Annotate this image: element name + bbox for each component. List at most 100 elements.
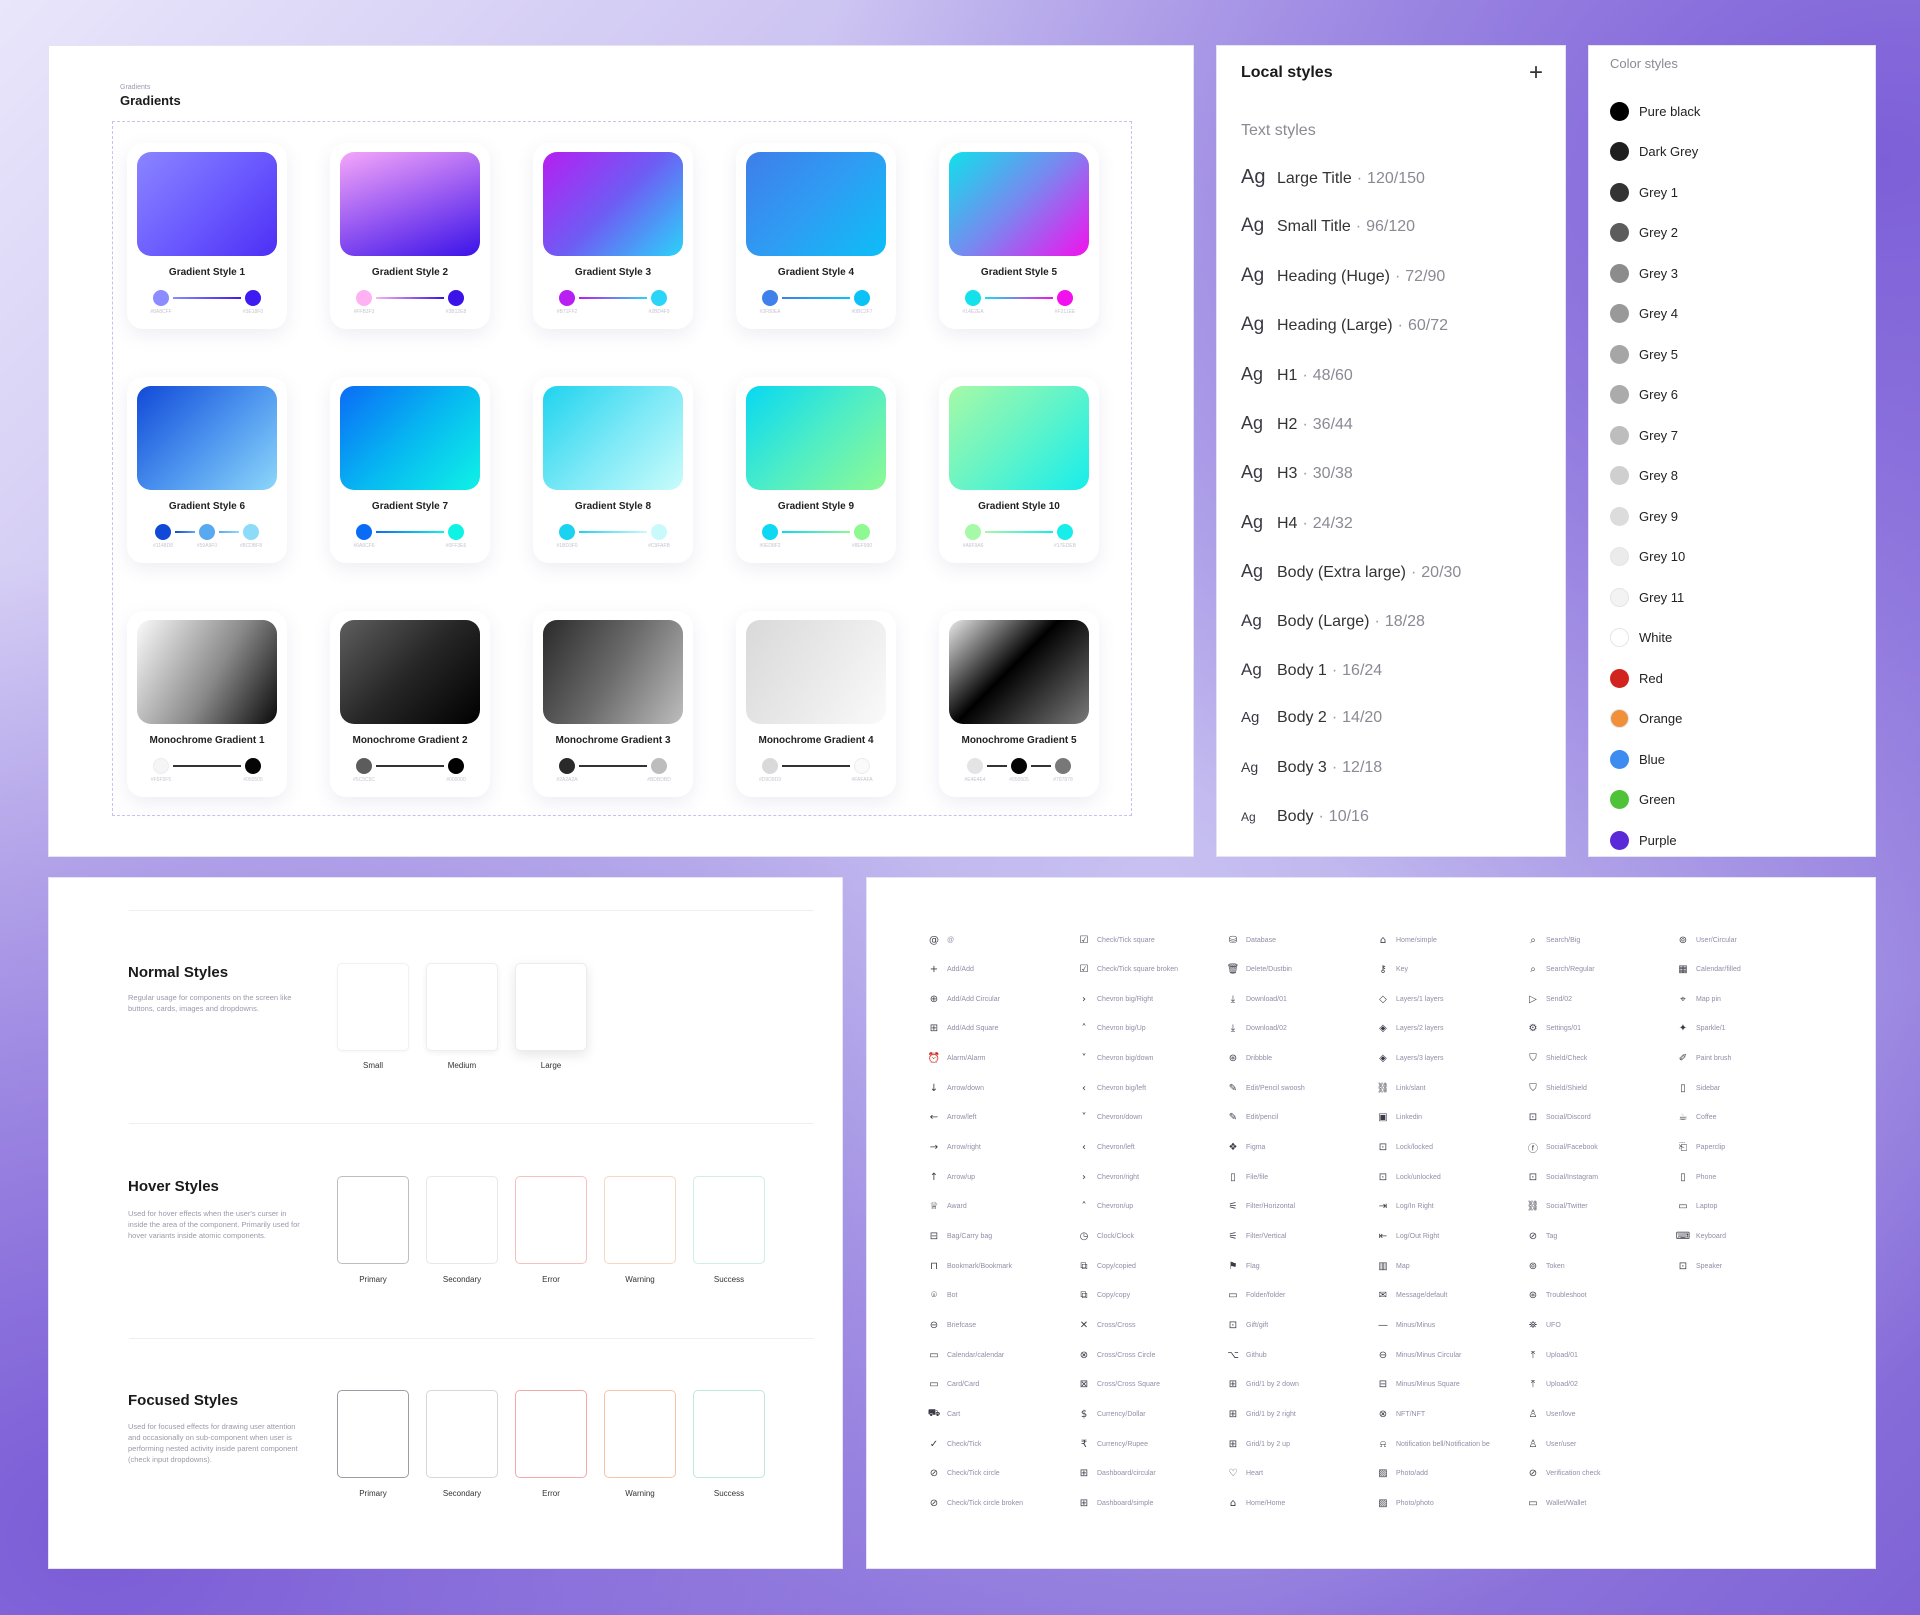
color-style-row[interactable]: Green	[1610, 790, 1675, 810]
color-stop-dot[interactable]	[153, 758, 169, 774]
color-stop-dot[interactable]	[559, 758, 575, 774]
gradient-card[interactable]: Gradient Style 7 #0A6CF6 #0FF3E6	[330, 377, 490, 563]
gradient-card[interactable]: Gradient Style 3 #B71FF2 #2BD4F9	[533, 143, 693, 329]
color-style-row[interactable]: Grey 5	[1610, 344, 1678, 364]
icon-list-item[interactable]: ⊘ Check/Tick circle broken	[927, 1496, 1023, 1510]
text-style-row[interactable]: Ag Body (Large) · 18/28	[1241, 611, 1425, 637]
color-stop-dot[interactable]	[448, 524, 464, 540]
icon-list-item[interactable]: ← Arrow/left	[927, 1111, 977, 1125]
gradient-card[interactable]: Monochrome Gradient 5 #E4E4E4 #050505 #7878…	[939, 611, 1099, 797]
normal-box-large[interactable]	[515, 963, 587, 1051]
color-style-row[interactable]: Grey 6	[1610, 385, 1678, 405]
icon-list-item[interactable]: $ Currency/Dollar	[1077, 1407, 1146, 1421]
icon-list-item[interactable]: ▭ Card/Card	[927, 1378, 979, 1392]
gradient-swatch[interactable]	[543, 620, 683, 724]
icon-list-item[interactable]: @ @	[927, 933, 954, 947]
icon-list-item[interactable]: ₹ Currency/Rupee	[1077, 1437, 1148, 1451]
normal-box-medium[interactable]	[426, 963, 498, 1051]
icon-list-item[interactable]: ⛓ Social/Twitter	[1526, 1200, 1588, 1214]
icon-list-item[interactable]: ⤒ Upload/01	[1526, 1348, 1578, 1362]
icon-list-item[interactable]: ⏰ Alarm/Alarm	[927, 1052, 986, 1066]
icon-list-item[interactable]: ▣ Linkedin	[1376, 1111, 1422, 1125]
icon-list-item[interactable]: ▨ Photo/photo	[1376, 1496, 1434, 1510]
icon-list-item[interactable]: ⤓ Download/02	[1226, 1022, 1287, 1036]
icon-list-item[interactable]: ⊚ Token	[1526, 1259, 1565, 1273]
color-stop-dot[interactable]	[1057, 524, 1073, 540]
color-style-row[interactable]: Grey 11	[1610, 587, 1684, 607]
gradient-card[interactable]: Monochrome Gradient 4 #D9D9D9 #FAFAFA	[736, 611, 896, 797]
icon-list-item[interactable]: ⚟ Filter/Horizontal	[1226, 1200, 1296, 1214]
color-style-row[interactable]: White	[1610, 628, 1672, 648]
icon-list-item[interactable]: ✐ Paint brush	[1676, 1052, 1732, 1066]
icon-list-item[interactable]: ⊞ Grid/1 by 2 down	[1226, 1378, 1299, 1392]
icon-list-item[interactable]: ⛓ Link/slant	[1376, 1081, 1426, 1095]
icon-list-item[interactable]: ⌂ Home/Home	[1226, 1496, 1285, 1510]
text-style-row[interactable]: Ag Large Title · 120/150	[1241, 166, 1425, 192]
color-stop-dot[interactable]	[965, 290, 981, 306]
gradient-swatch[interactable]	[340, 620, 480, 724]
icon-list-item[interactable]: ⊡ Social/Discord	[1526, 1111, 1591, 1125]
icon-list-item[interactable]: ✎ Edit/pencil	[1226, 1111, 1279, 1125]
icon-list-item[interactable]: ▭ Wallet/Wallet	[1526, 1496, 1586, 1510]
color-style-row[interactable]: Red	[1610, 668, 1663, 688]
icon-list-item[interactable]: ◷ Clock/Clock	[1077, 1230, 1134, 1244]
icon-list-item[interactable]: ⛟ Cart	[927, 1407, 961, 1421]
color-stop-dot[interactable]	[245, 758, 261, 774]
icon-list-item[interactable]: ⊘ Check/Tick circle	[927, 1467, 1000, 1481]
icon-list-item[interactable]: ⓕ Social/Facebook	[1526, 1141, 1598, 1155]
icon-list-item[interactable]: ☑ Check/Tick square broken	[1077, 963, 1179, 977]
icon-list-item[interactable]: ⌥ Github	[1226, 1348, 1266, 1362]
icon-list-item[interactable]: ⚟ Filter/Vertical	[1226, 1230, 1287, 1244]
icon-list-item[interactable]: ⇥ Log/In Right	[1376, 1200, 1434, 1214]
gradient-card[interactable]: Gradient Style 2 #FFB3F3 #3B12E8	[330, 143, 490, 329]
icon-list-item[interactable]: ⊕ Add/Add Circular	[927, 992, 1000, 1006]
icon-list-item[interactable]: ◇ Layers/1 layers	[1376, 992, 1443, 1006]
color-stop-dot[interactable]	[356, 290, 372, 306]
gradient-card[interactable]: Gradient Style 8 #1BD3F0 #C9FAFB	[533, 377, 693, 563]
color-stop-dot[interactable]	[854, 524, 870, 540]
icon-list-item[interactable]: ⊛ Troubleshoot	[1526, 1289, 1587, 1303]
icon-list-item[interactable]: ✉ Message/default	[1376, 1289, 1448, 1303]
icon-list-item[interactable]: ▷ Send/02	[1526, 992, 1572, 1006]
icon-list-item[interactable]: ◈ Layers/3 layers	[1376, 1052, 1443, 1066]
gradient-swatch[interactable]	[746, 152, 886, 256]
color-stop-dot[interactable]	[155, 524, 171, 540]
text-style-row[interactable]: Ag Heading (Large) · 60/72	[1241, 314, 1448, 340]
icon-list-item[interactable]: ⊘ Tag	[1526, 1230, 1558, 1244]
focused-box-secondary[interactable]	[426, 1390, 498, 1478]
icon-list-item[interactable]: ♙ User/user	[1526, 1437, 1577, 1451]
icon-list-item[interactable]: ⤓ Download/01	[1226, 992, 1287, 1006]
color-style-row[interactable]: Grey 7	[1610, 425, 1678, 445]
icon-list-item[interactable]: ↑ Arrow/up	[927, 1170, 975, 1184]
gradient-card[interactable]: Monochrome Gradient 3 #2A2A2A #BDBDBD	[533, 611, 693, 797]
icon-list-item[interactable]: ⊟ Bag/Carry bag	[927, 1230, 992, 1244]
icon-list-item[interactable]: ⛯ UFO	[1526, 1318, 1561, 1332]
icon-list-item[interactable]: ⇤ Log/Out Right	[1376, 1230, 1439, 1244]
icon-list-item[interactable]: 🗑 Delete/Dustbin	[1226, 963, 1292, 977]
icon-list-item[interactable]: ⊞ Grid/1 by 2 right	[1226, 1407, 1296, 1421]
color-style-row[interactable]: Grey 10	[1610, 547, 1685, 567]
text-style-row[interactable]: Ag H4 · 24/32	[1241, 512, 1353, 538]
color-stop-dot[interactable]	[153, 290, 169, 306]
icon-list-item[interactable]: ⊗ Cross/Cross Circle	[1077, 1348, 1156, 1362]
icon-list-item[interactable]: ⌖ Map pin	[1676, 992, 1721, 1006]
gradient-card[interactable]: Monochrome Gradient 2 #5C5C5C #000000	[330, 611, 490, 797]
color-style-row[interactable]: Dark Grey	[1610, 142, 1698, 162]
gradient-swatch[interactable]	[340, 152, 480, 256]
icon-list-item[interactable]: ˅ Chevron big/down	[1077, 1052, 1154, 1066]
icon-list-item[interactable]: ⎗ Paperclip	[1676, 1141, 1725, 1155]
icon-list-item[interactable]: ⌨ Keyboard	[1676, 1230, 1726, 1244]
text-style-row[interactable]: Ag H3 · 30/38	[1241, 462, 1353, 488]
text-style-row[interactable]: Ag H2 · 36/44	[1241, 413, 1353, 439]
color-style-row[interactable]: Purple	[1610, 830, 1677, 850]
icon-list-item[interactable]: ⚷ Key	[1376, 963, 1408, 977]
color-stop-dot[interactable]	[245, 290, 261, 306]
icon-list-item[interactable]: › Chevron big/Right	[1077, 992, 1153, 1006]
color-stop-dot[interactable]	[651, 524, 667, 540]
gradient-swatch[interactable]	[949, 386, 1089, 490]
text-style-row[interactable]: Ag Body 3 · 12/18	[1241, 759, 1382, 785]
hover-box-warning[interactable]	[604, 1176, 676, 1264]
icon-list-item[interactable]: ⊡ Lock/locked	[1376, 1141, 1433, 1155]
icon-list-item[interactable]: ⊠ Cross/Cross Square	[1077, 1378, 1160, 1392]
icon-list-item[interactable]: › Chevron/right	[1077, 1170, 1139, 1184]
